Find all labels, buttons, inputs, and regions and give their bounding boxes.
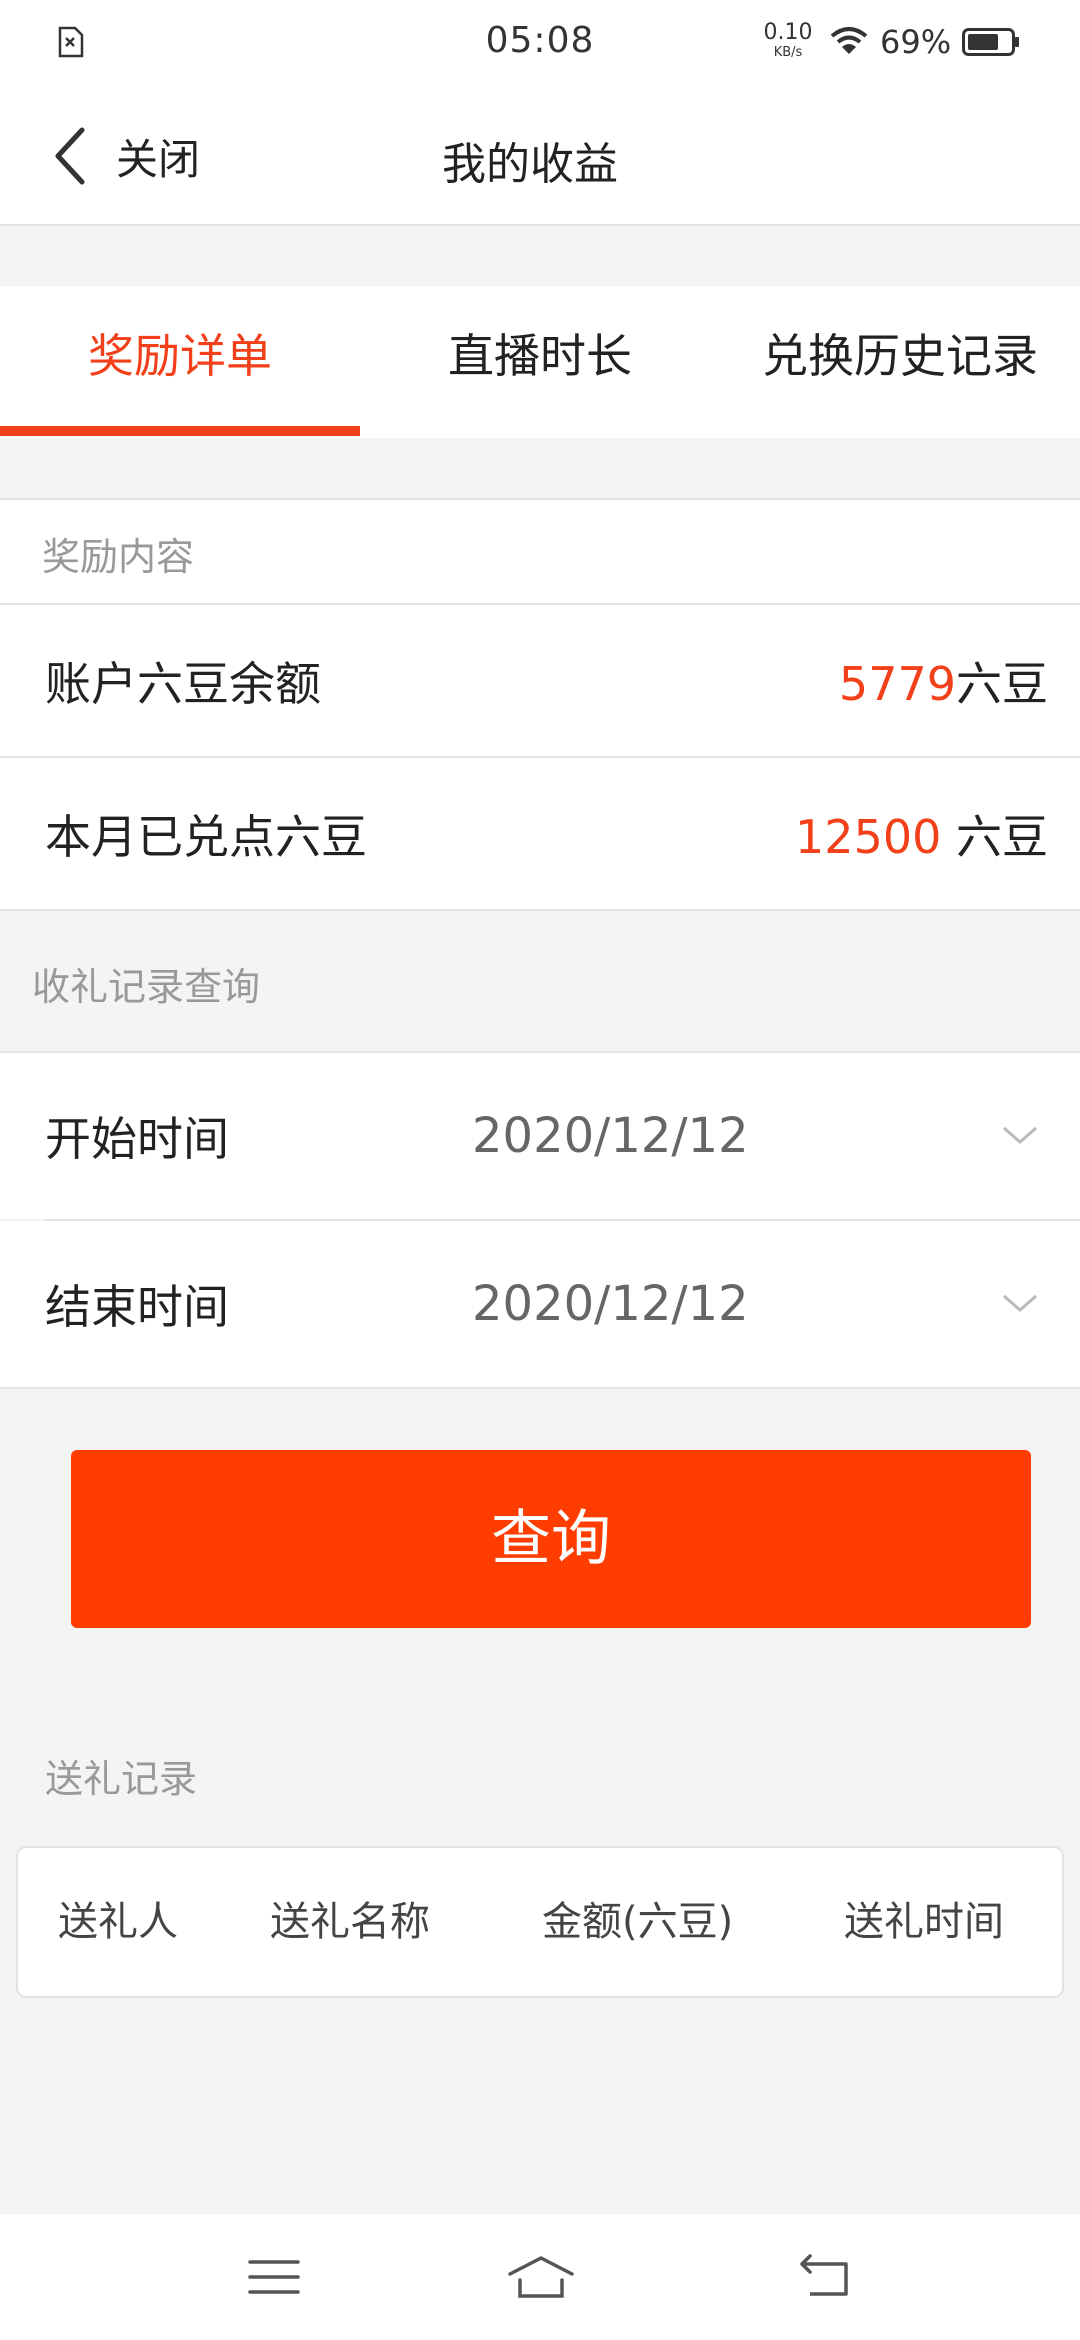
home-icon[interactable]	[506, 2252, 576, 2302]
query-button[interactable]: 查询	[71, 1450, 1031, 1628]
monthly-unit: 六豆	[941, 810, 1048, 864]
page-title: 我的收益	[0, 128, 1080, 192]
tab-live-duration[interactable]: 直播时长	[360, 286, 720, 438]
monthly-value: 12500 六豆	[795, 801, 1048, 867]
tab-reward-details[interactable]: 奖励详单	[0, 286, 360, 438]
net-speed: 0.10 KB/s	[760, 20, 816, 60]
monthly-row: 本月已兑点六豆 12500 六豆	[0, 758, 1080, 910]
net-speed-unit: KB/s	[773, 45, 803, 60]
start-date-value[interactable]: 2020/12/12	[472, 1108, 749, 1164]
nav-bar: 关闭 我的收益	[0, 84, 1080, 226]
page-title-text: 我的收益	[442, 139, 618, 190]
active-tab-indicator	[0, 426, 360, 436]
monthly-amount: 12500	[795, 810, 942, 864]
start-time-label: 开始时间	[45, 1112, 229, 1166]
reward-section-label: 奖励内容	[42, 535, 195, 579]
status-bar: 05:08 0.10 KB/s 69%	[0, 0, 1080, 84]
net-speed-value: 0.10	[763, 20, 813, 45]
divider	[0, 1387, 1080, 1389]
system-nav-bar	[0, 2214, 1080, 2340]
chevron-down-icon[interactable]	[1000, 1124, 1040, 1148]
start-time-row[interactable]: 开始时间 2020/12/12	[0, 1053, 1080, 1219]
menu-icon[interactable]	[244, 2252, 304, 2302]
battery-percent: 69%	[880, 23, 952, 61]
back-icon[interactable]	[796, 2252, 856, 2302]
balance-unit: 六豆	[956, 657, 1048, 711]
balance-row: 账户六豆余额 5779六豆	[0, 605, 1080, 757]
query-section-label: 收礼记录查询	[32, 965, 261, 1009]
tab-bar: 奖励详单 直播时长 兑换历史记录	[0, 286, 1080, 438]
records-table-header: 送礼人 送礼名称 金额(六豆) 送礼时间	[16, 1846, 1064, 1998]
records-section-label: 送礼记录	[45, 1757, 198, 1801]
divider	[0, 909, 1080, 911]
column-sender: 送礼人	[58, 1899, 178, 1945]
column-gift-time: 送礼时间	[844, 1899, 1004, 1945]
end-time-row[interactable]: 结束时间 2020/12/12	[0, 1221, 1080, 1387]
tab-exchange-history[interactable]: 兑换历史记录	[720, 286, 1080, 438]
battery-icon	[962, 28, 1019, 56]
end-time-label: 结束时间	[45, 1280, 229, 1334]
wifi-icon	[830, 27, 868, 54]
balance-amount: 5779	[838, 657, 956, 711]
end-date-value[interactable]: 2020/12/12	[472, 1276, 749, 1332]
balance-label: 账户六豆余额	[45, 657, 321, 711]
monthly-label: 本月已兑点六豆	[45, 810, 367, 864]
column-amount: 金额(六豆)	[542, 1899, 734, 1945]
column-gift-name: 送礼名称	[270, 1899, 430, 1945]
chevron-down-icon[interactable]	[1000, 1292, 1040, 1316]
balance-value: 5779六豆	[839, 648, 1048, 714]
